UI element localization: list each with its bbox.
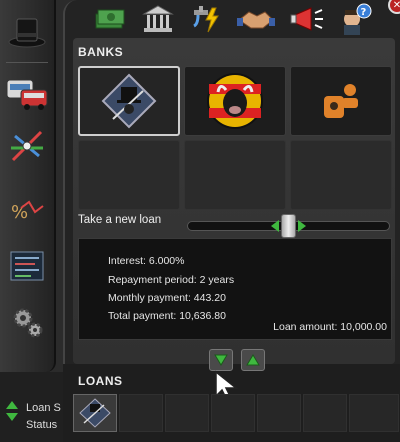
route-network-icon[interactable]: [4, 124, 50, 168]
bank-orange-logo-icon: [324, 84, 358, 118]
chevron-up-icon: [246, 354, 260, 366]
tab-bar: ?: [81, 2, 397, 38]
vehicles-icon[interactable]: [4, 72, 50, 116]
loan-slot-empty: [257, 394, 301, 432]
tab-contracts[interactable]: [236, 2, 276, 36]
loan-slot-empty: [303, 394, 347, 432]
bank-building-icon: [142, 5, 174, 32]
svg-text:?: ?: [361, 7, 367, 18]
tab-money[interactable]: [89, 2, 129, 36]
repayment-period-text: Repayment period: 2 years: [108, 274, 235, 286]
tab-banks[interactable]: [138, 2, 178, 36]
toolbar-divider: [6, 62, 48, 63]
loan-slot-empty: [165, 394, 209, 432]
monthly-payment-text: Monthly payment: 443.20: [108, 292, 226, 304]
timetable-icon[interactable]: [4, 244, 50, 288]
slider-increase-arrow-icon[interactable]: [298, 220, 306, 232]
utilities-icon: [193, 6, 219, 33]
top-hat-icon[interactable]: [4, 10, 50, 54]
total-payment-text: Total payment: 10,636.80: [108, 310, 226, 322]
loan-slot-active[interactable]: [73, 394, 117, 432]
status-area: Loan S Status: [0, 372, 66, 442]
bank-tophat-logo-icon: [79, 398, 111, 428]
advisor-help-icon: ?: [344, 3, 372, 35]
bank-slot-empty: [290, 140, 392, 210]
loan-slot-empty: [349, 394, 399, 432]
interest-text: Interest: 6.000%: [108, 255, 185, 267]
tab-advisor[interactable]: ?: [335, 2, 375, 36]
bank-slot-empty: [78, 140, 180, 210]
loan-slot-empty: [211, 394, 255, 432]
bank-slot-orange[interactable]: [290, 66, 392, 136]
loans-title: LOANS: [78, 374, 123, 388]
bank-slot-bull[interactable]: [184, 66, 286, 136]
slider-handle[interactable]: [281, 214, 296, 238]
bank-bull-logo-icon: [207, 73, 263, 129]
up-down-arrows-icon[interactable]: [5, 400, 19, 422]
tab-advertising[interactable]: [287, 2, 327, 36]
loan-info-box: Interest: 6.000% Repayment period: 2 yea…: [78, 238, 392, 340]
status-label: Status: [26, 419, 58, 431]
left-toolbar: %: [0, 0, 56, 372]
chevron-down-icon: [214, 354, 228, 366]
handshake-icon: [237, 11, 275, 29]
megaphone-icon: [290, 7, 323, 31]
bank-tophat-logo-icon: [101, 73, 157, 129]
banks-title: BANKS: [78, 45, 124, 59]
loan-slot-empty: [119, 394, 163, 432]
status-loan-label: Loan S: [26, 402, 61, 414]
take-loan-down-button[interactable]: [209, 349, 233, 371]
money-icon: [95, 9, 125, 29]
new-loan-label: Take a new loan: [78, 214, 162, 226]
bank-slot-empty: [184, 140, 286, 210]
loan-amount-text: Loan amount: 10,000.00: [273, 321, 387, 333]
tab-utilities[interactable]: [187, 2, 227, 36]
settings-gears-icon[interactable]: [4, 300, 50, 344]
percent-chart-icon[interactable]: %: [4, 186, 50, 230]
repay-loan-up-button[interactable]: [241, 349, 265, 371]
bank-slot-tophat[interactable]: [78, 66, 180, 136]
slider-decrease-arrow-icon[interactable]: [271, 220, 279, 232]
